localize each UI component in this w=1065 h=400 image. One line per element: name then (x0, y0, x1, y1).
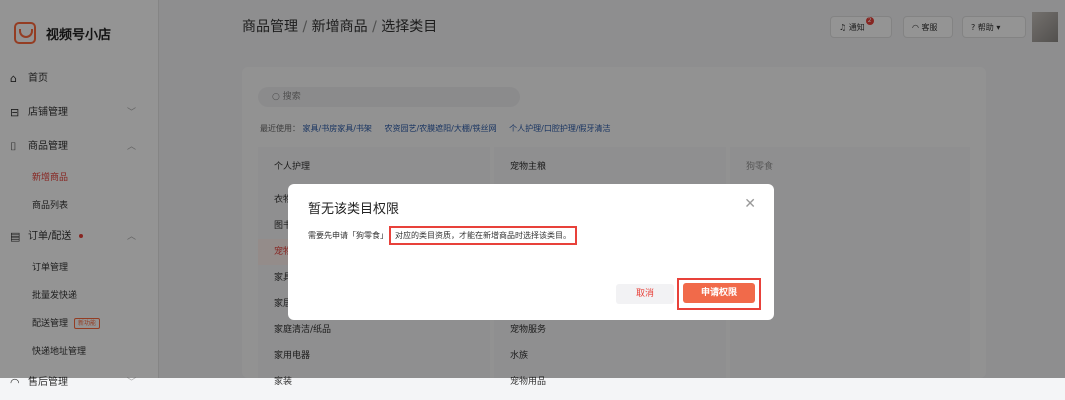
permission-dialog: 暂无该类目权限 ✕ 需要先申请「狗零食」 对应的类目资质，才能在新增商品时选择该类… (288, 184, 774, 320)
dialog-message: 需要先申请「狗零食」 对应的类目资质，才能在新增商品时选择该类目。 (308, 226, 577, 245)
headset-icon: ◠ (10, 376, 20, 389)
apply-permission-button[interactable]: 申请权限 (683, 283, 755, 303)
dialog-message-prefix: 需要先申请「狗零食」 (308, 231, 388, 240)
close-icon[interactable]: ✕ (744, 196, 756, 212)
dialog-title: 暂无该类目权限 (308, 202, 400, 217)
dialog-message-highlight: 对应的类目资质，才能在新增商品时选择该类目。 (389, 226, 577, 245)
cancel-button[interactable]: 取消 (616, 284, 674, 304)
sidebar-item-label: 售后管理 (28, 377, 68, 388)
